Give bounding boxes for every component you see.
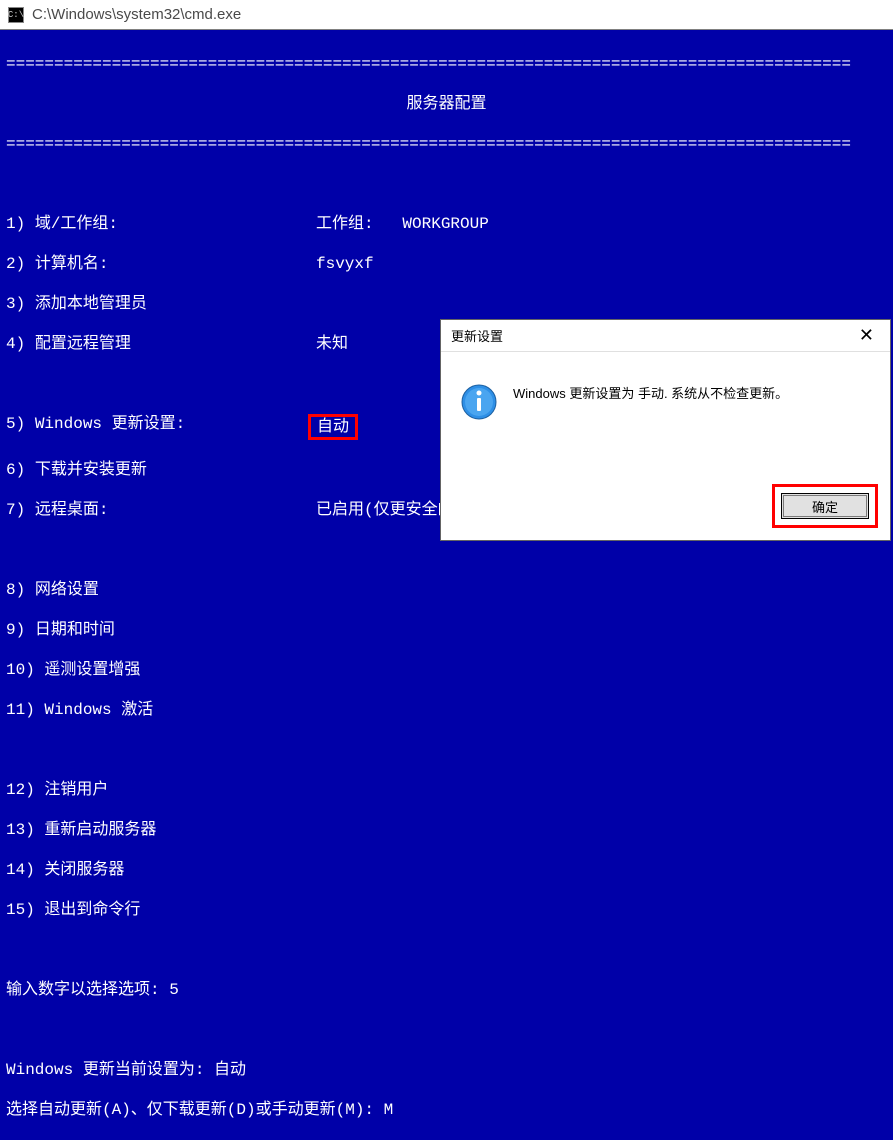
highlight-box: 自动 bbox=[308, 414, 358, 440]
menu-item-14: 14) 关闭服务器 bbox=[6, 860, 887, 880]
dialog-footer: 确定 bbox=[772, 484, 878, 528]
menu-item-9: 9) 日期和时间 bbox=[6, 620, 887, 640]
blank-line bbox=[6, 540, 887, 560]
config-title: 服务器配置 bbox=[6, 94, 887, 114]
blank-line bbox=[6, 740, 887, 760]
ok-button-highlight: 确定 bbox=[772, 484, 878, 528]
update-settings-dialog: 更新设置 ✕ Windows 更新设置为 手动. 系统从不检查更新。 确定 bbox=[440, 319, 891, 541]
choose-input: M bbox=[384, 1101, 394, 1119]
cmd-icon: C:\ bbox=[8, 7, 24, 23]
menu-item-13: 13) 重新启动服务器 bbox=[6, 820, 887, 840]
menu-item-2: 2) 计算机名:fsvyxf bbox=[6, 254, 887, 274]
menu-item-8: 8) 网络设置 bbox=[6, 580, 887, 600]
dialog-title-text: 更新设置 bbox=[451, 326, 503, 345]
dialog-message: Windows 更新设置为 手动. 系统从不检查更新。 bbox=[513, 384, 788, 404]
menu-item-10: 10) 遥测设置增强 bbox=[6, 660, 887, 680]
menu-item-3: 3) 添加本地管理员 bbox=[6, 294, 887, 314]
separator-line: ========================================… bbox=[6, 54, 887, 74]
info-icon bbox=[461, 384, 497, 420]
status-choose: 选择自动更新(A)、仅下载更新(D)或手动更新(M): M bbox=[6, 1100, 887, 1120]
prompt-input: 5 bbox=[169, 981, 179, 999]
dialog-body: Windows 更新设置为 手动. 系统从不检查更新。 bbox=[441, 352, 890, 420]
menu-item-11: 11) Windows 激活 bbox=[6, 700, 887, 720]
blank-line bbox=[6, 1020, 887, 1040]
window-title: C:\Windows\system32\cmd.exe bbox=[32, 6, 241, 23]
terminal-output: ========================================… bbox=[0, 30, 893, 1140]
separator-line: ========================================… bbox=[6, 134, 887, 154]
blank-line bbox=[6, 940, 887, 960]
menu-item-1: 1) 域/工作组:工作组: WORKGROUP bbox=[6, 214, 887, 234]
status-current: Windows 更新当前设置为: 自动 bbox=[6, 1060, 887, 1080]
blank-line bbox=[6, 174, 887, 194]
ok-button[interactable]: 确定 bbox=[781, 493, 869, 519]
window-titlebar[interactable]: C:\ C:\Windows\system32\cmd.exe bbox=[0, 0, 893, 30]
prompt-line: 输入数字以选择选项: 5 bbox=[6, 980, 887, 1000]
dialog-titlebar[interactable]: 更新设置 ✕ bbox=[441, 320, 890, 352]
menu-item-15: 15) 退出到命令行 bbox=[6, 900, 887, 920]
menu-item-12: 12) 注销用户 bbox=[6, 780, 887, 800]
close-icon[interactable]: ✕ bbox=[851, 323, 882, 348]
